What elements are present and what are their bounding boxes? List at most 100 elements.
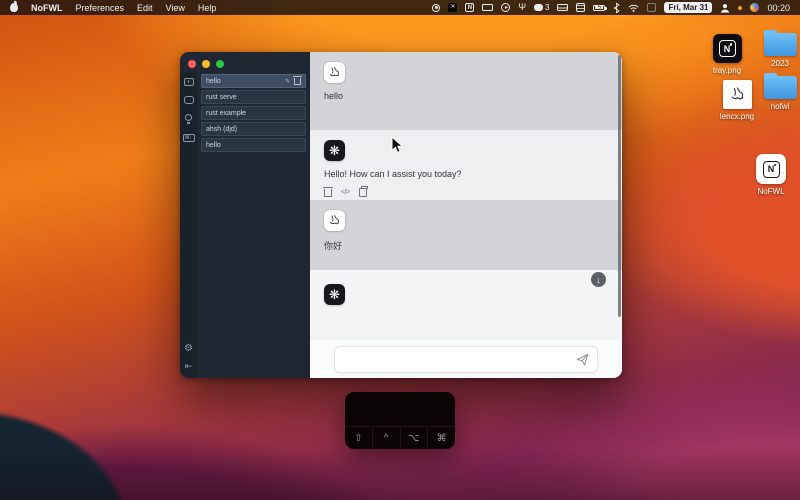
keyboard-icon[interactable] [557,4,569,11]
send-icon[interactable] [576,352,589,366]
chat-area: hello ❋ Hello! How can I assist you toda… [310,52,622,378]
conversation-item[interactable]: hello [201,138,306,152]
conversation-item[interactable]: hello ✎ [201,74,306,88]
message-user-2: 你好 [310,200,622,270]
conversations-icon[interactable] [183,96,194,104]
record-icon[interactable] [432,3,441,12]
wifi-icon[interactable] [628,4,639,12]
menu-bar: NoFWL Preferences Edit View Help ✕ N ▸ Ψ… [0,0,800,15]
menu-item-edit[interactable]: Edit [137,3,153,13]
zoom-window-button[interactable] [216,60,224,68]
message-text: Hello! How can I assist you today? [324,169,462,179]
sidebar: + M↓ ⚙ ⇤ hello ✎ rust serve rust example… [180,52,310,378]
screen-mirroring-icon[interactable] [647,3,657,12]
app-grid-icon[interactable] [576,3,586,12]
nofwl-tray-icon[interactable]: N [465,3,475,12]
menu-item-view[interactable]: View [166,3,185,13]
close-window-button[interactable] [188,60,196,68]
delete-message-icon[interactable] [323,186,333,197]
menu-date[interactable]: Fri, Mar 31 [664,2,713,13]
play-icon[interactable]: ▸ [501,3,511,12]
scrollbar-thumb[interactable] [618,55,621,317]
mouse-cursor [391,136,403,154]
option-key-icon: ⌥ [399,427,428,449]
edit-pencil-icon[interactable]: ✎ [285,78,290,85]
copy-message-icon[interactable] [358,186,369,197]
folder-icon [763,30,797,56]
modifier-key-row: ⇧ ^ ⌥ ⌘ [345,426,455,449]
sidebar-body: + M↓ ⚙ ⇤ hello ✎ rust serve rust example… [180,73,310,378]
siri-globe-icon[interactable] [750,3,760,12]
input-bar [310,340,622,378]
menu-left: NoFWL Preferences Edit View Help [10,3,216,13]
desktop-icon-2023-folder[interactable]: 2023 [751,30,800,68]
control-key-icon: ^ [371,427,400,449]
menu-item-help[interactable]: Help [198,3,217,13]
tray-image-thumbnail: N [712,34,742,63]
delete-trash-icon[interactable] [293,75,302,85]
desktop-icon-label: tray.png [712,66,742,75]
command-key-icon: ⌘ [427,427,455,449]
conversation-actions: ✎ [285,75,302,85]
conversation-item[interactable]: rust serve [201,90,306,104]
conversation-title: hello [206,77,221,85]
conversation-list: hello ✎ rust serve rust example ahsh (dj… [197,73,310,378]
menu-item-preferences[interactable]: Preferences [76,3,125,13]
menu-app-name[interactable]: NoFWL [31,3,63,13]
icon-rail: + M↓ ⚙ ⇤ [180,73,197,378]
prompts-icon[interactable] [185,114,192,124]
chatgpt-avatar-icon: ❋ [324,284,345,305]
battery-icon[interactable]: ϟ [593,4,607,11]
message-assistant-1: ❋ Hello! How can I assist you today? </> [310,130,622,200]
notification-dot [738,5,743,10]
apple-menu-icon[interactable] [10,3,18,12]
lencx-avatar-icon [330,67,339,77]
desktop-icon-label: NoFWL [757,187,785,196]
status-icons: ✕ N ▸ Ψ 3 ϟ Fri, Mar 31 00:20 [432,2,790,13]
menu-clock[interactable]: 00:20 [767,3,790,13]
chatgpt-avatar-icon: ❋ [324,140,345,161]
lencx-logo-icon [731,87,743,100]
display-icon[interactable] [482,4,494,11]
lencx-image-thumbnail [722,80,752,109]
new-chat-icon[interactable]: + [183,78,194,86]
close-app-tray-icon[interactable]: ✕ [448,3,458,12]
minimize-window-button[interactable] [202,60,210,68]
conversation-title: rust example [206,109,247,117]
wechat-badge: 3 [545,3,550,12]
user-switch-icon[interactable] [720,3,730,13]
wechat-icon[interactable]: 3 [534,3,549,12]
desktop-icon-nofwl-app[interactable]: N NoFWL [742,154,800,196]
user-avatar [324,210,345,231]
nofwl-n-logo-icon: N [762,160,780,178]
conversation-item[interactable]: ahsh (djd) [201,122,306,136]
desktop-icon-label: nofwl [770,102,790,111]
shift-key-icon: ⇧ [354,432,363,444]
scroll-to-bottom-button[interactable]: ↓ [591,272,606,287]
view-code-icon[interactable]: </> [341,189,350,196]
message-input[interactable] [334,345,598,373]
message-actions: </> [323,186,608,197]
conversation-title: rust serve [206,93,237,101]
nofwl-n-logo-icon: N [718,40,736,57]
keystroke-display-area [345,392,455,426]
desktop-icon-nofwl-folder[interactable]: nofwl [751,73,800,111]
collapse-sidebar-icon[interactable]: ⇤ [185,361,193,372]
message-text: 你好 [324,241,343,251]
conversation-item[interactable]: rust example [201,106,306,120]
keystroke-visualizer: ⇧ ^ ⌥ ⌘ [345,392,455,449]
desktop-icon-label: 2023 [771,59,789,68]
chat-bubble-icon [534,4,543,11]
desktop-icon-tray-png[interactable]: N tray.png [698,34,756,75]
user-avatar [324,62,345,83]
folder-icon [763,73,797,99]
markdown-icon[interactable]: M↓ [182,134,195,142]
desktop-wallpaper: NoFWL Preferences Edit View Help ✕ N ▸ Ψ… [0,0,800,500]
settings-gear-icon[interactable]: ⚙ [184,343,193,354]
traffic-lights [180,52,310,73]
nofwl-app-icon: N [756,154,786,184]
usb-icon[interactable]: Ψ [518,3,526,12]
message-text: hello [324,91,344,101]
desktop-icon-label: lencx.png [719,112,755,121]
bluetooth-icon[interactable] [613,2,621,13]
